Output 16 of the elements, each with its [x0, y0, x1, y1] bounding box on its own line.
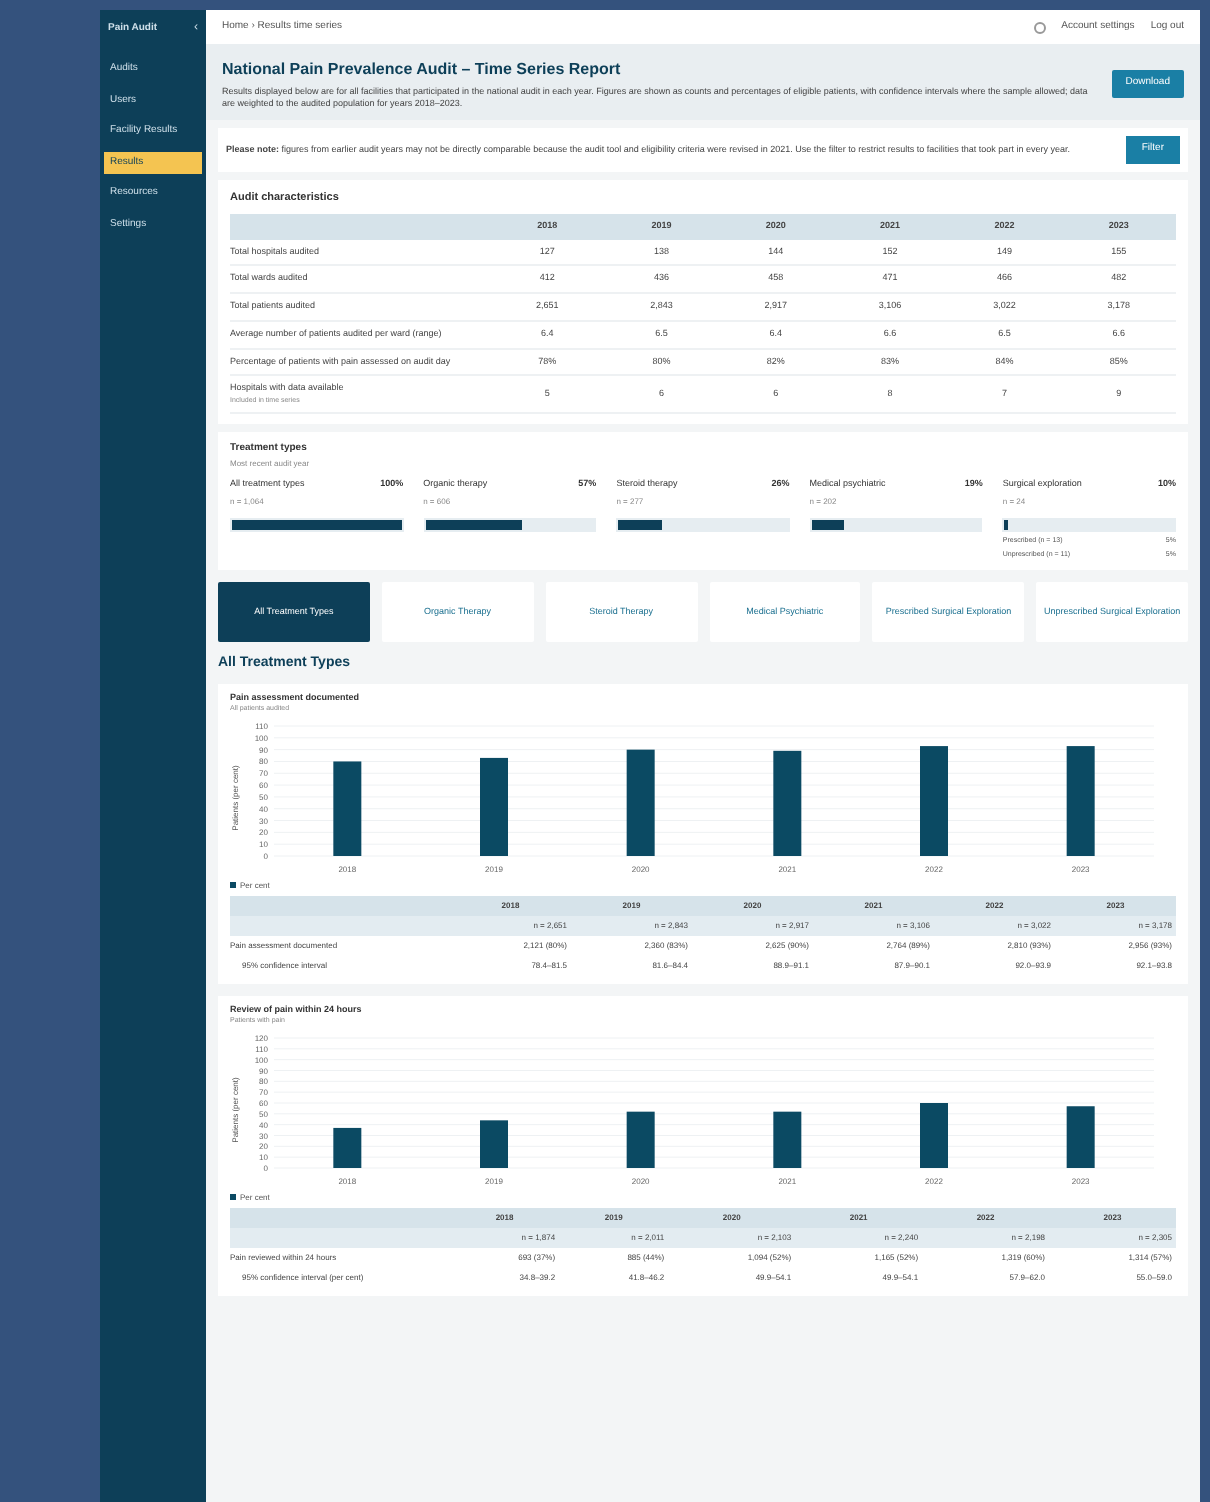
bar: [480, 1119, 508, 1167]
bar: [773, 1110, 802, 1167]
bar: [920, 1102, 948, 1167]
legend-swatch: [230, 1194, 236, 1200]
bar: [920, 745, 948, 855]
bar: [1066, 745, 1095, 855]
bar: [626, 748, 655, 855]
legend-swatch: [230, 882, 236, 888]
bar: [773, 749, 802, 855]
bar: [333, 1126, 362, 1167]
bar: [626, 1110, 655, 1167]
bar: [1066, 1105, 1095, 1167]
page-title: National Pain Prevalence Audit – Time Series Report: [222, 58, 623, 82]
help-icon[interactable]: [1033, 21, 1046, 33]
bar: [333, 760, 362, 855]
bar: [480, 756, 508, 855]
